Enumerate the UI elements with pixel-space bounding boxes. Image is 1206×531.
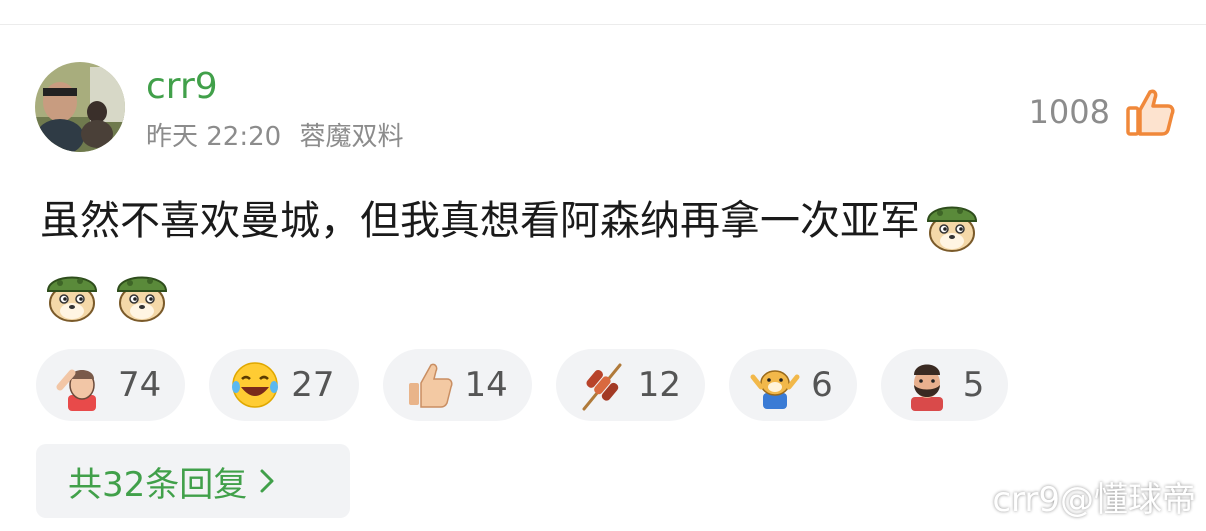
reaction-bar: 74 27 14 12 6 5 — [36, 349, 1032, 421]
username[interactable]: crr9 — [146, 64, 218, 110]
salute-man-icon — [54, 357, 110, 413]
cheering-doge-icon — [747, 357, 803, 413]
reaction-count: 5 — [962, 365, 985, 405]
comment-body: 虽然不喜欢曼城，但我真想看阿森纳再拿一次亚军 — [40, 186, 1170, 326]
top-divider — [0, 24, 1206, 25]
soldier-doge-icon — [920, 191, 984, 255]
watermark: crr9@懂球帝 — [992, 480, 1196, 520]
timestamp: 昨天 22:20 — [146, 122, 282, 152]
soldier-doge-icon — [40, 261, 104, 325]
comment-text: 虽然不喜欢曼城，但我真想看阿森纳再拿一次亚军 — [40, 198, 920, 244]
avatar[interactable] — [35, 62, 125, 152]
reaction-salute[interactable]: 74 — [36, 349, 186, 421]
reaction-laugh[interactable]: 27 — [209, 349, 359, 421]
reaction-count: 6 — [811, 365, 833, 405]
skewer-icon — [574, 357, 630, 413]
like-count: 1008 — [1028, 93, 1110, 131]
reaction-count: 74 — [118, 365, 162, 405]
reaction-cheer[interactable]: 6 — [729, 349, 857, 421]
comment-meta: 昨天 22:20 蓉魔双料 — [146, 120, 403, 154]
chevron-right-icon — [260, 469, 274, 493]
view-replies-button[interactable]: 共32条回复 — [36, 444, 350, 518]
reaction-bearded[interactable]: 5 — [880, 349, 1009, 421]
reaction-count: 14 — [464, 365, 508, 405]
reaction-count: 27 — [291, 365, 335, 405]
laughing-tears-icon — [227, 357, 283, 413]
reaction-skewer[interactable]: 12 — [555, 349, 706, 421]
device-label: 蓉魔双料 — [299, 122, 404, 152]
thumbs-up-icon — [401, 357, 457, 413]
reaction-thumbs[interactable]: 14 — [382, 349, 532, 421]
thumbs-up-icon — [1126, 89, 1175, 136]
replies-label: 共32条回复 — [68, 464, 248, 505]
like-button[interactable]: 1008 — [1029, 86, 1176, 138]
bearded-man-icon — [899, 357, 955, 413]
soldier-doge-icon — [110, 261, 174, 325]
reaction-count: 12 — [637, 365, 682, 405]
